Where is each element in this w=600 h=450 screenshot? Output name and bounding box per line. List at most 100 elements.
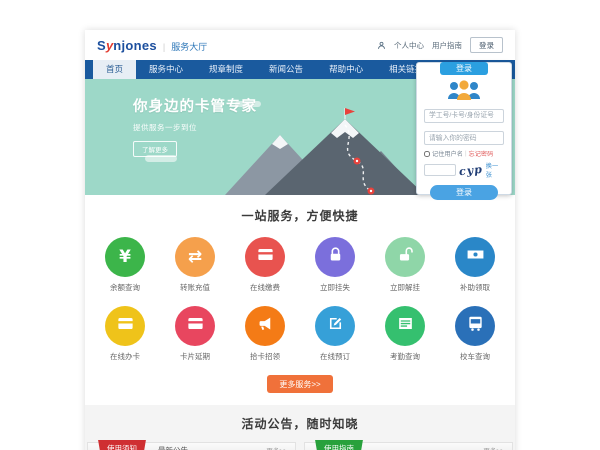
logo[interactable]: Synjones | 服务大厅 — [97, 38, 207, 53]
remember-row: 记住用户名 | 忘记密码 — [424, 149, 504, 158]
login-submit-button[interactable]: 登录 — [430, 185, 497, 200]
service-circle — [385, 237, 425, 277]
service-circle: ¥ — [105, 237, 145, 277]
tab-usage-notice[interactable]: 使用须知 — [98, 440, 146, 450]
guide-more-link[interactable]: 更多>> — [483, 445, 504, 450]
service-transfer[interactable]: ⇄ 转账充值 — [164, 237, 226, 293]
logo-text-rest: njones — [113, 38, 157, 53]
card-icon — [186, 314, 205, 338]
separator: | — [465, 150, 467, 157]
nav-item-service-center[interactable]: 服务中心 — [136, 60, 196, 79]
service-label: 立即挂失 — [304, 282, 366, 293]
service-label: 校车查询 — [444, 351, 506, 362]
logo-text: S — [97, 38, 106, 53]
remember-checkbox[interactable] — [424, 151, 430, 157]
forgot-password-link[interactable]: 忘记密码 — [469, 149, 494, 158]
service-payment[interactable]: 在线缴费 — [234, 237, 296, 293]
hero-text-block: 你身边的卡管专家 提供服务一步到位 了解更多 — [133, 95, 257, 157]
person-icon — [377, 41, 386, 50]
service-online-booking[interactable]: 在线预订 — [304, 306, 366, 362]
top-right-links: 个人中心 用户指南 登录 — [377, 37, 503, 53]
bus-icon — [466, 314, 485, 338]
service-circle — [245, 237, 285, 277]
guide-panel: 使用指南 更多>> — [304, 442, 513, 450]
service-label: 补助领取 — [444, 282, 506, 293]
hero-banner: 你身边的卡管专家 提供服务一步到位 了解更多 登录 — [85, 79, 515, 195]
service-label: 拾卡招领 — [234, 351, 296, 362]
username-input[interactable] — [424, 109, 504, 123]
login-panel: 登录 记住用户名 | 忘记密码 cyp 换一张 登录 — [416, 62, 512, 195]
lock-icon — [326, 245, 345, 269]
services-section: 一站服务，方便快捷 ¥ 余额查询 ⇄ 转账充值 在线缴费 — [85, 195, 515, 405]
tab-latest-announcements[interactable]: 最新公告 — [158, 445, 188, 450]
tab-usage-guide[interactable]: 使用指南 — [315, 440, 363, 450]
announcements-title: 活动公告，随时知晓 — [87, 415, 513, 432]
service-label: 卡片延期 — [164, 351, 226, 362]
users-group-icon — [446, 79, 482, 101]
guide-panel-header: 使用指南 更多>> — [305, 443, 512, 450]
unlock-icon — [396, 245, 415, 269]
services-row-1: ¥ 余额查询 ⇄ 转账充值 在线缴费 立即挂失 — [85, 237, 515, 293]
user-center-link[interactable]: 个人中心 — [394, 40, 424, 51]
service-circle — [385, 306, 425, 346]
site-container: Synjones | 服务大厅 个人中心 用户指南 登录 首页 服务中心 规章制… — [85, 30, 515, 450]
service-label: 在线办卡 — [94, 351, 156, 362]
service-lost-card-claim[interactable]: 拾卡招领 — [234, 306, 296, 362]
edit-icon — [326, 314, 345, 338]
captcha-image: cyp — [458, 162, 483, 177]
service-label: 在线缴费 — [234, 282, 296, 293]
password-input[interactable] — [424, 131, 504, 145]
service-attendance[interactable]: 考勤查询 — [374, 306, 436, 362]
transfer-icon: ⇄ — [188, 249, 202, 266]
service-circle — [175, 306, 215, 346]
nav-item-home[interactable]: 首页 — [93, 60, 136, 79]
announcement-panels: 使用须知 最新公告 更多>> 使用指南 更多>> — [87, 442, 513, 450]
service-circle — [315, 237, 355, 277]
captcha-row: cyp 换一张 — [424, 161, 504, 179]
service-label: 立即解挂 — [374, 282, 436, 293]
services-row-2: 在线办卡 卡片延期 拾卡招领 在线预订 — [85, 306, 515, 362]
megaphone-icon — [256, 314, 275, 338]
service-label: 考勤查询 — [374, 351, 436, 362]
service-cancel-loss[interactable]: 立即解挂 — [374, 237, 436, 293]
nav-item-help[interactable]: 帮助中心 — [316, 60, 376, 79]
header-login-button[interactable]: 登录 — [470, 37, 503, 53]
service-circle — [455, 306, 495, 346]
notice-panel-header: 使用须知 最新公告 更多>> — [88, 443, 295, 450]
services-title: 一站服务，方便快捷 — [85, 207, 515, 224]
bank-card-icon — [256, 245, 275, 269]
list-icon — [396, 314, 415, 338]
login-tab[interactable]: 登录 — [440, 62, 488, 75]
notice-more-link[interactable]: 更多>> — [266, 445, 287, 450]
service-circle — [315, 306, 355, 346]
logo-divider: | — [163, 42, 165, 52]
service-report-loss[interactable]: 立即挂失 — [304, 237, 366, 293]
nav-item-rules[interactable]: 规章制度 — [196, 60, 256, 79]
service-card-extension[interactable]: 卡片延期 — [164, 306, 226, 362]
yen-icon: ¥ — [119, 249, 131, 266]
top-bar: Synjones | 服务大厅 个人中心 用户指南 登录 — [85, 30, 515, 60]
site-title: 服务大厅 — [171, 40, 207, 53]
logo-accent: y — [106, 38, 113, 53]
remember-label: 记住用户名 — [432, 149, 463, 158]
user-guide-link[interactable]: 用户指南 — [432, 40, 462, 51]
service-circle: ⇄ — [175, 237, 215, 277]
service-circle — [455, 237, 495, 277]
announcements-section: 活动公告，随时知晓 使用须知 最新公告 更多>> 使用指南 更多>> — [85, 405, 515, 450]
captcha-input[interactable] — [424, 164, 456, 176]
more-services-button[interactable]: 更多服务>> — [267, 375, 332, 393]
notice-panel: 使用须知 最新公告 更多>> — [87, 442, 296, 450]
service-label: 转账充值 — [164, 282, 226, 293]
service-balance[interactable]: ¥ 余额查询 — [94, 237, 156, 293]
hero-cta-button[interactable]: 了解更多 — [133, 141, 177, 157]
service-circle — [245, 306, 285, 346]
service-school-bus[interactable]: 校车查询 — [444, 306, 506, 362]
nav-item-news[interactable]: 新闻公告 — [256, 60, 316, 79]
hero-title: 你身边的卡管专家 — [133, 95, 257, 116]
banknote-icon — [466, 245, 485, 269]
service-apply-card[interactable]: 在线办卡 — [94, 306, 156, 362]
captcha-refresh-link[interactable]: 换一张 — [486, 161, 504, 179]
service-subsidy[interactable]: 补助领取 — [444, 237, 506, 293]
service-circle — [105, 306, 145, 346]
hero-subtitle: 提供服务一步到位 — [133, 122, 257, 133]
